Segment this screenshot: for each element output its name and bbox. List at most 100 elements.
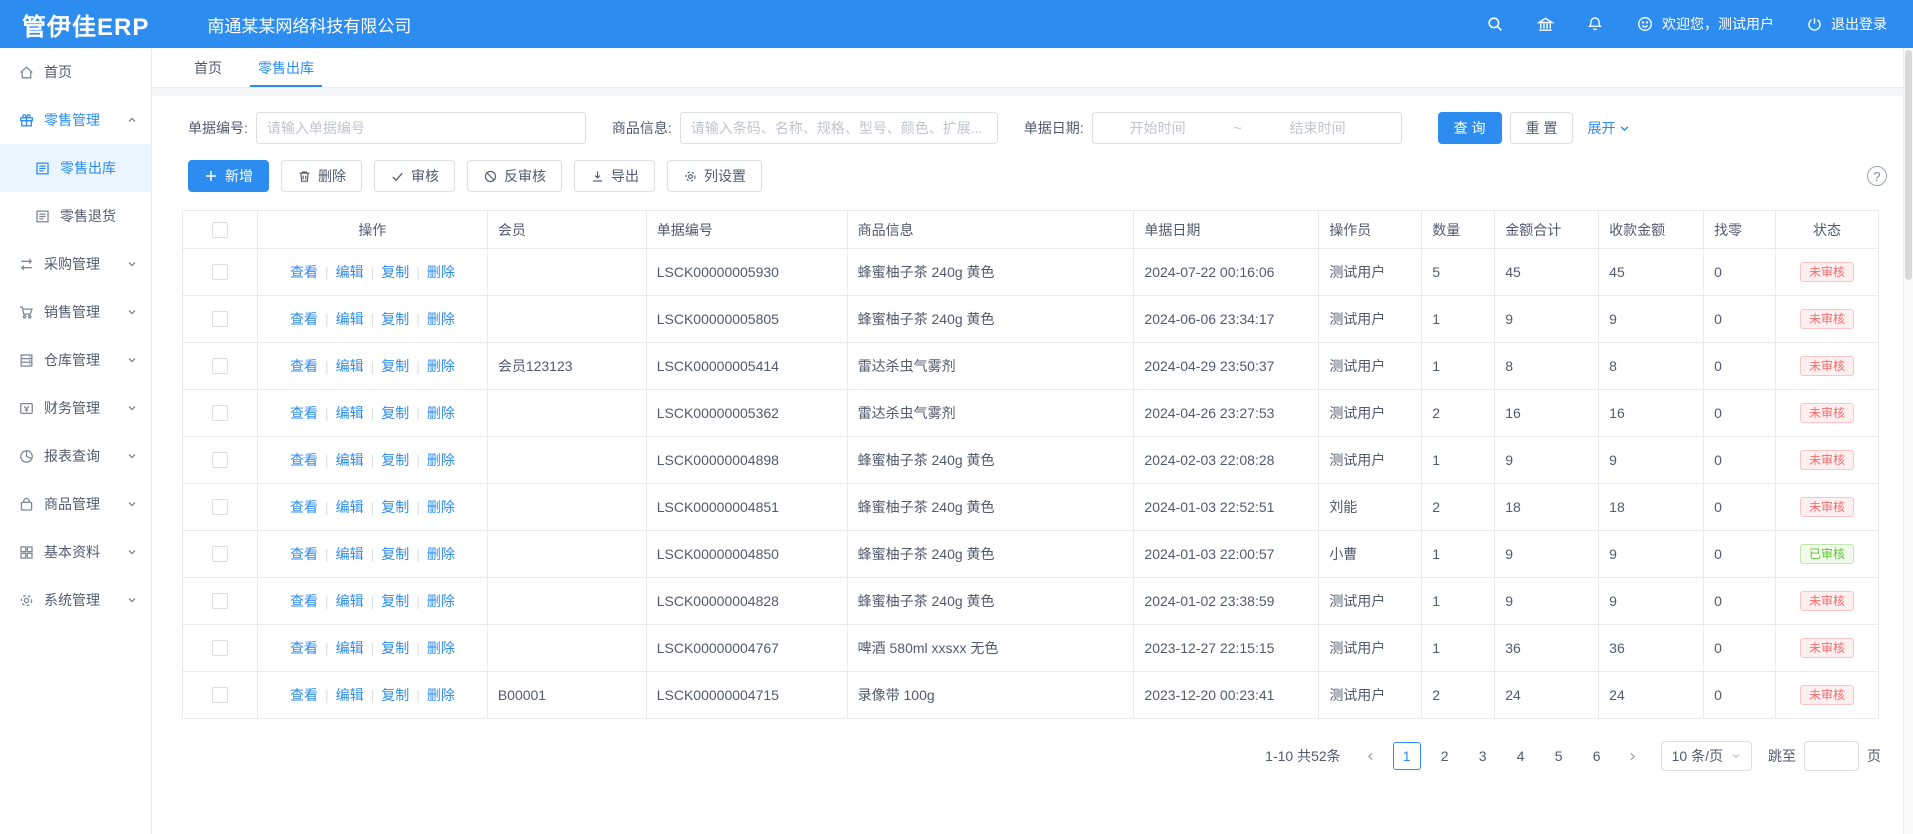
- copy-link[interactable]: 复制: [381, 450, 409, 470]
- delete-link[interactable]: 删除: [427, 356, 455, 376]
- tab-home[interactable]: 首页: [176, 48, 240, 87]
- sidebar-item-retail-outbound[interactable]: 零售出库: [0, 144, 151, 192]
- edit-link[interactable]: 编辑: [336, 497, 364, 517]
- row-checkbox[interactable]: [212, 593, 228, 609]
- logout-button[interactable]: 退出登录: [1804, 14, 1887, 34]
- row-checkbox[interactable]: [212, 640, 228, 656]
- bill-no-input[interactable]: [256, 112, 586, 144]
- sidebar-item-report-query[interactable]: 报表查询: [0, 432, 151, 480]
- prev-page-icon[interactable]: [1359, 742, 1383, 770]
- copy-link[interactable]: 复制: [381, 638, 409, 658]
- page-size-select[interactable]: 10 条/页: [1661, 741, 1752, 771]
- copy-link[interactable]: 复制: [381, 403, 409, 423]
- view-link[interactable]: 查看: [290, 544, 318, 564]
- page-number[interactable]: 6: [1583, 742, 1611, 770]
- sidebar-item-retail-mgmt[interactable]: 零售管理: [0, 96, 151, 144]
- operator-cell: 测试用户: [1319, 343, 1422, 390]
- copy-link[interactable]: 复制: [381, 591, 409, 611]
- edit-link[interactable]: 编辑: [336, 450, 364, 470]
- date-start-input[interactable]: [1093, 120, 1223, 136]
- export-button[interactable]: 导出: [574, 160, 655, 192]
- delete-link[interactable]: 删除: [427, 685, 455, 705]
- edit-link[interactable]: 编辑: [336, 356, 364, 376]
- add-button[interactable]: 新增: [188, 160, 269, 192]
- date-range-picker[interactable]: ~: [1092, 112, 1402, 144]
- view-link[interactable]: 查看: [290, 262, 318, 282]
- sidebar-item-retail-return[interactable]: 零售退货: [0, 192, 151, 240]
- delete-link[interactable]: 删除: [427, 544, 455, 564]
- copy-link[interactable]: 复制: [381, 685, 409, 705]
- row-checkbox[interactable]: [212, 358, 228, 374]
- edit-link[interactable]: 编辑: [336, 685, 364, 705]
- edit-link[interactable]: 编辑: [336, 591, 364, 611]
- row-checkbox[interactable]: [212, 546, 228, 562]
- search-icon[interactable]: [1485, 14, 1505, 34]
- delete-link[interactable]: 删除: [427, 403, 455, 423]
- view-link[interactable]: 查看: [290, 497, 318, 517]
- delete-link[interactable]: 删除: [427, 262, 455, 282]
- reset-button[interactable]: 重 置: [1510, 112, 1574, 144]
- view-link[interactable]: 查看: [290, 403, 318, 423]
- view-link[interactable]: 查看: [290, 638, 318, 658]
- search-button[interactable]: 查 询: [1438, 112, 1502, 144]
- row-checkbox[interactable]: [212, 687, 228, 703]
- bell-icon[interactable]: [1585, 14, 1605, 34]
- scrollbar-thumb[interactable]: [1905, 50, 1912, 280]
- sidebar-item-basic-data[interactable]: 基本资料: [0, 528, 151, 576]
- sidebar-item-purchase-mgmt[interactable]: 采购管理: [0, 240, 151, 288]
- row-checkbox[interactable]: [212, 264, 228, 280]
- expand-link[interactable]: 展开: [1587, 118, 1630, 138]
- edit-link[interactable]: 编辑: [336, 262, 364, 282]
- view-link[interactable]: 查看: [290, 685, 318, 705]
- sidebar-item-system-mgmt[interactable]: 系统管理: [0, 576, 151, 624]
- view-link[interactable]: 查看: [290, 309, 318, 329]
- column-settings-button[interactable]: 列设置: [667, 160, 762, 192]
- logout-text: 退出登录: [1831, 14, 1887, 34]
- unaudit-button[interactable]: 反审核: [467, 160, 562, 192]
- page-number[interactable]: 2: [1431, 742, 1459, 770]
- copy-link[interactable]: 复制: [381, 309, 409, 329]
- scrollbar[interactable]: [1903, 48, 1913, 834]
- help-icon[interactable]: ?: [1867, 166, 1887, 186]
- sidebar-item-home[interactable]: 首页: [0, 48, 151, 96]
- edit-link[interactable]: 编辑: [336, 309, 364, 329]
- delete-link[interactable]: 删除: [427, 450, 455, 470]
- sidebar-item-product-mgmt[interactable]: 商品管理: [0, 480, 151, 528]
- page-number[interactable]: 1: [1393, 742, 1421, 770]
- page-number[interactable]: 5: [1545, 742, 1573, 770]
- delete-button[interactable]: 删除: [281, 160, 362, 192]
- row-checkbox[interactable]: [212, 311, 228, 327]
- edit-link[interactable]: 编辑: [336, 544, 364, 564]
- product-info-input[interactable]: [680, 112, 998, 144]
- row-checkbox[interactable]: [212, 452, 228, 468]
- select-all-checkbox[interactable]: [212, 222, 228, 238]
- copy-link[interactable]: 复制: [381, 497, 409, 517]
- view-link[interactable]: 查看: [290, 591, 318, 611]
- next-page-icon[interactable]: [1621, 742, 1645, 770]
- sidebar-item-finance-mgmt[interactable]: 财务管理: [0, 384, 151, 432]
- row-checkbox[interactable]: [212, 405, 228, 421]
- audit-button[interactable]: 审核: [374, 160, 455, 192]
- row-checkbox[interactable]: [212, 499, 228, 515]
- delete-link[interactable]: 删除: [427, 591, 455, 611]
- sidebar-item-sales-mgmt[interactable]: 销售管理: [0, 288, 151, 336]
- edit-link[interactable]: 编辑: [336, 403, 364, 423]
- copy-link[interactable]: 复制: [381, 356, 409, 376]
- received-cell: 9: [1599, 296, 1704, 343]
- view-link[interactable]: 查看: [290, 356, 318, 376]
- page-number[interactable]: 3: [1469, 742, 1497, 770]
- copy-link[interactable]: 复制: [381, 544, 409, 564]
- copy-link[interactable]: 复制: [381, 262, 409, 282]
- delete-link[interactable]: 删除: [427, 638, 455, 658]
- jump-page-input[interactable]: [1804, 741, 1859, 771]
- sidebar-item-warehouse-mgmt[interactable]: 仓库管理: [0, 336, 151, 384]
- date-end-input[interactable]: [1253, 120, 1383, 136]
- bank-icon[interactable]: [1535, 14, 1555, 34]
- view-link[interactable]: 查看: [290, 450, 318, 470]
- delete-link[interactable]: 删除: [427, 497, 455, 517]
- edit-link[interactable]: 编辑: [336, 638, 364, 658]
- page-number[interactable]: 4: [1507, 742, 1535, 770]
- welcome-user[interactable]: 欢迎您，测试用户: [1635, 14, 1774, 34]
- tab-retail-outbound[interactable]: 零售出库: [240, 48, 332, 87]
- delete-link[interactable]: 删除: [427, 309, 455, 329]
